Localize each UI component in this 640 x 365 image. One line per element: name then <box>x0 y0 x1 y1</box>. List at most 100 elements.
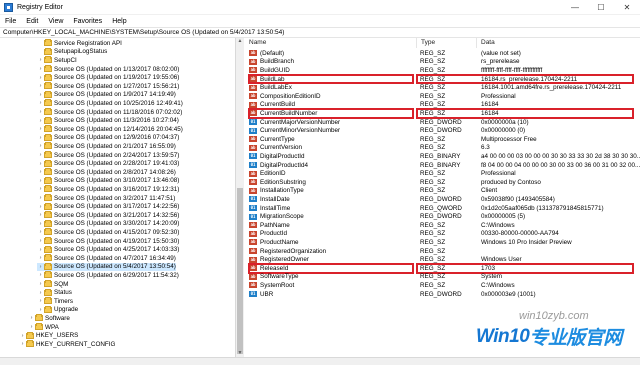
tree-key[interactable]: › SetupCI <box>37 56 77 65</box>
value-row[interactable]: ab CompositionEditionID REG_SZ Professional <box>245 92 640 101</box>
value-row[interactable]: ab EditionSubstring REG_SZ produced by Cont… <box>245 178 640 187</box>
tree-key[interactable]: › Source OS (Updated on 2/1/2017 16:55:09… <box>37 142 176 151</box>
menu-file[interactable]: File <box>0 18 21 25</box>
value-row[interactable]: ab SystemRoot REG_SZ C:\Windows <box>245 281 640 290</box>
tree-key[interactable]: SetupapiLogStatus <box>37 47 107 57</box>
menu-view[interactable]: View <box>43 18 68 25</box>
column-header-name[interactable]: Name <box>245 38 417 48</box>
address-bar[interactable]: Computer\HKEY_LOCAL_MACHINE\SYSTEM\Setup… <box>0 27 640 38</box>
scrollbar-thumb[interactable] <box>237 188 243 354</box>
expand-chevron-icon[interactable]: › <box>37 118 44 124</box>
column-header-data[interactable]: Data <box>477 38 640 48</box>
maximize-button[interactable]: ☐ <box>588 0 614 15</box>
expand-chevron-icon[interactable]: › <box>37 75 44 81</box>
value-row[interactable]: 01 DigitalProductId REG_BINARY a4 00 00 00 … <box>245 152 640 161</box>
tree-key[interactable]: › HKEY_CURRENT_CONFIG <box>19 340 115 349</box>
value-row[interactable]: 01 UBR REG_DWORD 0x000003e9 (1001) <box>245 290 640 299</box>
expand-chevron-icon[interactable]: › <box>37 57 44 63</box>
expand-chevron-icon[interactable]: › <box>37 281 44 287</box>
expand-chevron-icon[interactable]: › <box>28 324 35 330</box>
menu-favorites[interactable]: Favorites <box>68 18 107 25</box>
tree-key[interactable]: › Source OS (Updated on 3/17/2017 14:22:5… <box>37 202 179 211</box>
tree-key[interactable]: Service Registration API <box>37 39 122 48</box>
expand-chevron-icon[interactable]: › <box>37 247 44 253</box>
tree-key[interactable]: › Source OS (Updated on 3/10/2017 13:46:0… <box>37 176 179 186</box>
expand-chevron-icon[interactable]: › <box>37 152 44 158</box>
expand-chevron-icon[interactable]: › <box>37 83 44 89</box>
value-row[interactable]: 01 DigitalProductId4 REG_BINARY f8 04 00 00… <box>245 161 640 170</box>
value-row[interactable]: ab EditionID REG_SZ Professional <box>245 169 640 178</box>
expand-chevron-icon[interactable]: › <box>37 92 44 98</box>
expand-chevron-icon[interactable]: › <box>37 255 44 261</box>
tree-key[interactable]: › Status <box>37 288 72 297</box>
scroll-down-arrow-icon[interactable]: ▼ <box>236 350 244 357</box>
tree-key[interactable]: › WPA <box>28 323 59 332</box>
expand-chevron-icon[interactable]: › <box>37 298 44 304</box>
expand-chevron-icon[interactable]: › <box>37 238 44 244</box>
tree-key[interactable]: › Source OS (Updated on 4/25/2017 14:03:3… <box>37 245 179 254</box>
expand-chevron-icon[interactable]: › <box>37 126 44 132</box>
tree-key[interactable]: › Source OS (Updated on 1/9/2017 14:19:49… <box>37 90 176 100</box>
value-row[interactable]: ab CurrentType REG_SZ Multiprocessor Free <box>245 135 640 144</box>
tree-key[interactable]: › Source OS (Updated on 1/13/2017 08:02:0… <box>37 65 179 74</box>
expand-chevron-icon[interactable]: › <box>37 66 44 72</box>
scroll-up-arrow-icon[interactable]: ▲ <box>236 38 244 45</box>
value-row[interactable]: ab InstallationType REG_SZ Client <box>245 187 640 196</box>
value-row[interactable]: 01 InstallDate REG_DWORD 0x59038f90 (149340… <box>245 195 640 204</box>
tree-key[interactable]: › Source OS (Updated on 3/2/2017 11:47:51… <box>37 194 175 203</box>
value-row[interactable]: ab PathName REG_SZ C:\Windows <box>245 221 640 230</box>
tree-key[interactable]: › Source OS (Updated on 2/8/2017 14:08:26… <box>37 168 176 177</box>
tree-scrollbar[interactable]: ▲ ▼ <box>236 38 244 357</box>
tree-key[interactable]: › Source OS (Updated on 3/21/2017 14:32:5… <box>37 211 179 220</box>
value-row[interactable]: 01 MigrationScope REG_DWORD 0x00000005 (5) <box>245 212 640 221</box>
expand-chevron-icon[interactable]: › <box>37 195 44 201</box>
expand-chevron-icon[interactable]: › <box>37 221 44 227</box>
expand-chevron-icon[interactable]: › <box>28 315 35 321</box>
expand-chevron-icon[interactable]: › <box>37 169 44 175</box>
tree-key[interactable]: › Software <box>28 314 70 323</box>
tree-key[interactable]: › Upgrade <box>37 305 78 315</box>
expand-chevron-icon[interactable]: › <box>37 204 44 210</box>
tree-key[interactable]: › Source OS (Updated on 12/14/2016 20:04:… <box>37 125 183 134</box>
menu-help[interactable]: Help <box>107 18 131 25</box>
value-row[interactable]: 01 CurrentMajorVersionNumber REG_DWORD 0x00… <box>245 118 640 127</box>
expand-chevron-icon[interactable]: › <box>37 135 44 141</box>
tree-key[interactable]: › Timers <box>37 297 73 306</box>
tree-key[interactable]: › Source OS (Updated on 11/3/2016 10:27:0… <box>37 116 179 125</box>
tree-key[interactable]: › Source OS (Updated on 5/4/2017 13:50:54… <box>37 262 176 272</box>
tree-key[interactable]: › Source OS (Updated on 11/18/2016 07:02:… <box>37 108 182 117</box>
column-header-type[interactable]: Type <box>417 38 477 48</box>
expand-chevron-icon[interactable]: › <box>19 341 26 347</box>
expand-chevron-icon[interactable]: › <box>37 100 44 106</box>
tree-key[interactable]: › Source OS (Updated on 3/16/2017 19:12:3… <box>37 185 179 194</box>
expand-chevron-icon[interactable]: › <box>37 161 44 167</box>
menu-edit[interactable]: Edit <box>21 18 43 25</box>
value-row[interactable]: ab BuildLabEx REG_SZ 16184.1001.amd64fre.rs… <box>245 83 640 92</box>
expand-chevron-icon[interactable]: › <box>37 109 44 115</box>
expand-chevron-icon[interactable]: › <box>37 307 44 313</box>
expand-chevron-icon[interactable]: › <box>37 212 44 218</box>
tree-key[interactable]: › HKEY_USERS <box>19 331 78 340</box>
expand-chevron-icon[interactable]: › <box>37 186 44 192</box>
expand-chevron-icon[interactable]: › <box>37 290 44 296</box>
expand-chevron-icon[interactable]: › <box>37 264 44 270</box>
expand-chevron-icon[interactable]: › <box>19 333 26 339</box>
tree-key[interactable]: › Source OS (Updated on 2/28/2017 19:41:0… <box>37 159 179 168</box>
tree-key[interactable]: › Source OS (Updated on 4/7/2017 16:34:49… <box>37 254 176 263</box>
value-row[interactable]: ab ProductName REG_SZ Windows 10 Pro Inside… <box>245 238 640 247</box>
minimize-button[interactable]: — <box>562 0 588 15</box>
value-row[interactable]: ab RegisteredOrganization REG_SZ <box>245 247 640 256</box>
tree-key[interactable]: › Source OS (Updated on 10/25/2016 12:49:… <box>37 99 183 108</box>
value-row[interactable]: ab CurrentVersion REG_SZ 6.3 <box>245 144 640 153</box>
tree-key[interactable]: › SQM <box>37 280 68 289</box>
tree-key[interactable]: › Source OS (Updated on 4/15/2017 09:52:3… <box>37 228 179 237</box>
expand-chevron-icon[interactable]: › <box>37 229 44 235</box>
close-button[interactable]: ✕ <box>614 0 640 15</box>
value-row[interactable]: 01 CurrentMinorVersionNumber REG_DWORD 0x00… <box>245 126 640 135</box>
value-row[interactable]: 01 InstallTime REG_QWORD 0x1d2c05aaf065db (… <box>245 204 640 213</box>
tree-key[interactable]: › Source OS (Updated on 4/19/2017 15:50:3… <box>37 237 179 246</box>
expand-chevron-icon[interactable]: › <box>37 178 44 184</box>
value-row[interactable]: ab ProductId REG_SZ 00330-80000-00000-AA794 <box>245 230 640 239</box>
expand-chevron-icon[interactable]: › <box>37 272 44 278</box>
tree-key[interactable]: › Source OS (Updated on 6/29/2017 11:54:3… <box>37 271 179 280</box>
